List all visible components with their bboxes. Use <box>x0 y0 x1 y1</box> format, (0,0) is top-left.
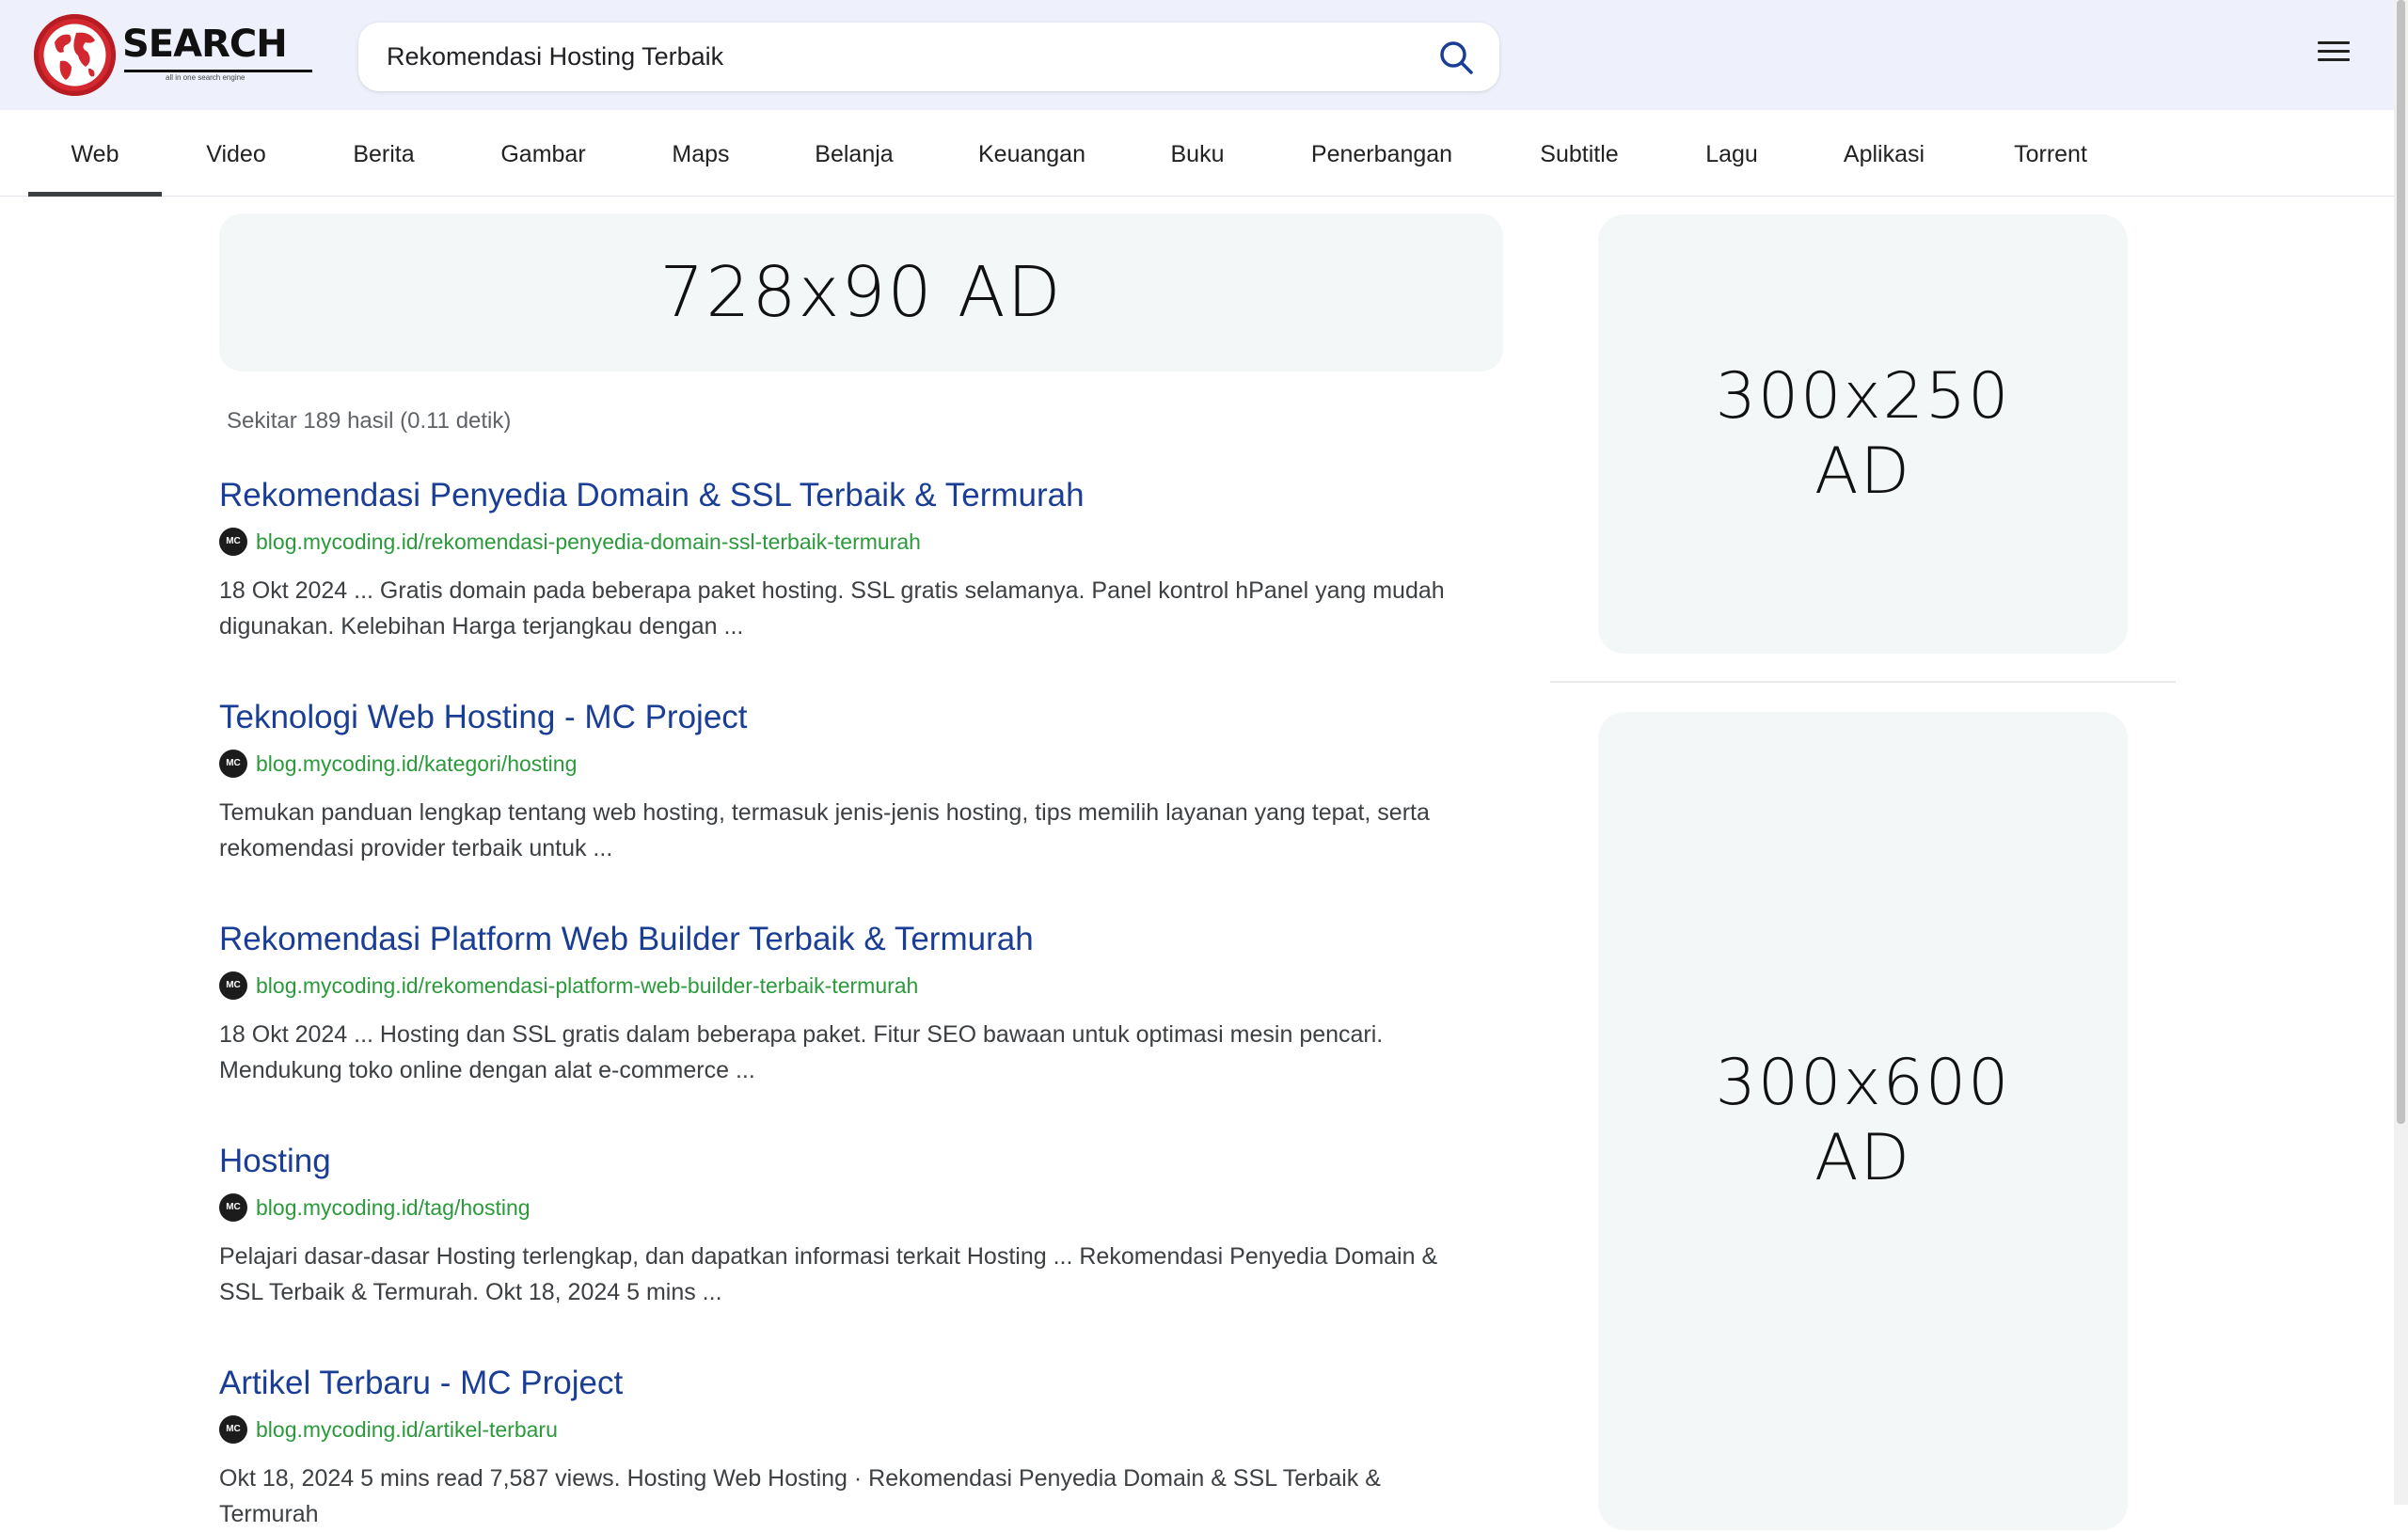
tab-keuangan[interactable]: Keuangan <box>965 110 1099 196</box>
result-stats: Sekitar 189 hasil (0.11 detik) <box>227 408 512 434</box>
ad-sidebar-label: 300x250 AD <box>1716 359 2011 510</box>
ad-sidebar-label: 300x600 AD <box>1716 1046 2011 1196</box>
result-url-link[interactable]: blog.mycoding.id/rekomendasi-penyedia-do… <box>256 529 921 555</box>
result-snippet: Okt 18, 2024 5 mins read 7,587 views. Ho… <box>219 1465 1381 1527</box>
result-url-link[interactable]: blog.mycoding.id/rekomendasi-platform-we… <box>256 973 918 999</box>
tab-gambar[interactable]: Gambar <box>484 110 602 196</box>
menu-line <box>2318 50 2350 53</box>
result-url-row: MC blog.mycoding.id/artikel-terbaru <box>219 1415 1480 1445</box>
tab-web[interactable]: Web <box>28 110 162 197</box>
search-input[interactable] <box>387 23 1421 91</box>
logo-wordmark: SEARCH <box>122 23 288 66</box>
menu-line <box>2318 58 2350 61</box>
result-snippet: Temukan panduan lengkap tentang web host… <box>219 799 1430 861</box>
tab-lagu[interactable]: Lagu <box>1693 110 1770 196</box>
result-url-link[interactable]: blog.mycoding.id/artikel-terbaru <box>256 1417 558 1443</box>
site-logo[interactable]: SEARCH all in one search engine <box>34 13 312 98</box>
result-url-row: MC blog.mycoding.id/kategori/hosting <box>219 750 1480 780</box>
site-favicon-icon: MC <box>219 1415 247 1444</box>
logo-underline <box>124 70 312 72</box>
site-favicon-icon: MC <box>219 1193 247 1222</box>
result-title-link[interactable]: Artikel Terbaru - MC Project <box>219 1365 1480 1402</box>
hamburger-menu-icon[interactable] <box>2318 41 2350 68</box>
search-result: Rekomendasi Platform Web Builder Terbaik… <box>219 921 1480 1088</box>
tab-belanja[interactable]: Belanja <box>801 110 907 196</box>
search-result: Artikel Terbaru - MC Project MC blog.myc… <box>219 1365 1480 1532</box>
result-title-link[interactable]: Rekomendasi Penyedia Domain & SSL Terbai… <box>219 477 1480 514</box>
search-icon[interactable] <box>1438 39 1474 75</box>
ad-banner-728x90[interactable]: 728x90 AD <box>219 213 1503 371</box>
site-favicon-icon: MC <box>219 750 247 778</box>
tab-torrent[interactable]: Torrent <box>2002 110 2099 196</box>
logo-tagline: all in one search engine <box>166 73 246 82</box>
search-box <box>358 23 1499 91</box>
menu-line <box>2318 41 2350 44</box>
tab-penerbangan[interactable]: Penerbangan <box>1298 110 1465 196</box>
tab-video[interactable]: Video <box>184 110 288 196</box>
result-title-link[interactable]: Hosting <box>219 1143 1480 1180</box>
page-scrollbar[interactable] <box>2394 0 2408 1505</box>
search-result: Teknologi Web Hosting - MC Project MC bl… <box>219 699 1480 866</box>
ad-sidebar-300x250[interactable]: 300x250 AD <box>1598 214 2128 654</box>
result-snippet: 18 Okt 2024 ... Hosting dan SSL gratis d… <box>219 1021 1384 1083</box>
tab-aplikasi[interactable]: Aplikasi <box>1832 110 1936 196</box>
search-result: Rekomendasi Penyedia Domain & SSL Terbai… <box>219 477 1480 644</box>
result-url-link[interactable]: blog.mycoding.id/tag/hosting <box>256 1195 531 1221</box>
ad-word-text: AD <box>1814 434 1911 509</box>
result-url-row: MC blog.mycoding.id/rekomendasi-platform… <box>219 971 1480 1002</box>
result-url-link[interactable]: blog.mycoding.id/kategori/hosting <box>256 751 577 777</box>
ad-sidebar-300x600[interactable]: 300x600 AD <box>1598 712 2128 1530</box>
site-favicon-icon: MC <box>219 971 247 1000</box>
result-snippet: 18 Okt 2024 ... Gratis domain pada beber… <box>219 577 1445 640</box>
tab-berita[interactable]: Berita <box>334 110 434 196</box>
result-snippet: Pelajari dasar-dasar Hosting terlengkap,… <box>219 1243 1438 1305</box>
ad-size-text: 300x250 <box>1715 358 2011 434</box>
ad-word-text: AD <box>1814 1121 1911 1195</box>
search-result: Hosting MC blog.mycoding.id/tag/hosting … <box>219 1143 1480 1310</box>
result-url-row: MC blog.mycoding.id/tag/hosting <box>219 1193 1480 1224</box>
ad-banner-label: 728x90 AD <box>659 252 1063 333</box>
tab-maps[interactable]: Maps <box>654 110 748 196</box>
sidebar-divider <box>1550 681 2176 683</box>
header-bar: SEARCH all in one search engine <box>0 0 2394 110</box>
scrollbar-thumb[interactable] <box>2397 0 2405 1124</box>
site-favicon-icon: MC <box>219 528 247 556</box>
globe-icon <box>34 14 116 96</box>
tab-buku[interactable]: Buku <box>1152 110 1243 196</box>
result-title-link[interactable]: Rekomendasi Platform Web Builder Terbaik… <box>219 921 1480 958</box>
search-tabs: Web Video Berita Gambar Maps Belanja Keu… <box>0 110 2394 197</box>
ad-size-text: 300x600 <box>1715 1046 2011 1120</box>
tab-subtitle[interactable]: Subtitle <box>1524 110 1635 196</box>
result-title-link[interactable]: Teknologi Web Hosting - MC Project <box>219 699 1480 736</box>
result-url-row: MC blog.mycoding.id/rekomendasi-penyedia… <box>219 528 1480 558</box>
